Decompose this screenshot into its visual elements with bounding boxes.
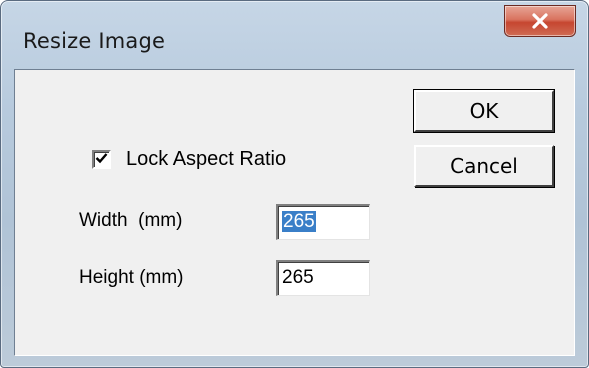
width-input[interactable]: 265 <box>276 204 370 240</box>
lock-aspect-ratio-option[interactable]: Lock Aspect Ratio <box>92 148 286 171</box>
close-button[interactable] <box>504 5 576 37</box>
height-value: 265 <box>282 267 314 288</box>
dialog-body: OK Cancel Lock Aspect Ratio Width (mm) 2… <box>14 69 575 356</box>
close-icon <box>530 13 550 29</box>
title-bar[interactable]: Resize Image <box>1 1 588 61</box>
height-label: Height (mm) <box>79 267 184 288</box>
lock-aspect-ratio-label: Lock Aspect Ratio <box>126 148 287 170</box>
height-input[interactable]: 265 <box>276 260 370 296</box>
lock-aspect-ratio-checkbox[interactable] <box>92 150 111 169</box>
checkmark-icon <box>95 151 108 169</box>
ok-button[interactable]: OK <box>413 89 555 133</box>
width-label: Width (mm) <box>79 210 183 231</box>
cancel-button[interactable]: Cancel <box>414 145 554 187</box>
dialog-title: Resize Image <box>23 29 166 53</box>
width-value: 265 <box>282 211 316 232</box>
resize-image-dialog: Resize Image OK Cancel Lock Aspect Ratio… <box>0 0 589 368</box>
